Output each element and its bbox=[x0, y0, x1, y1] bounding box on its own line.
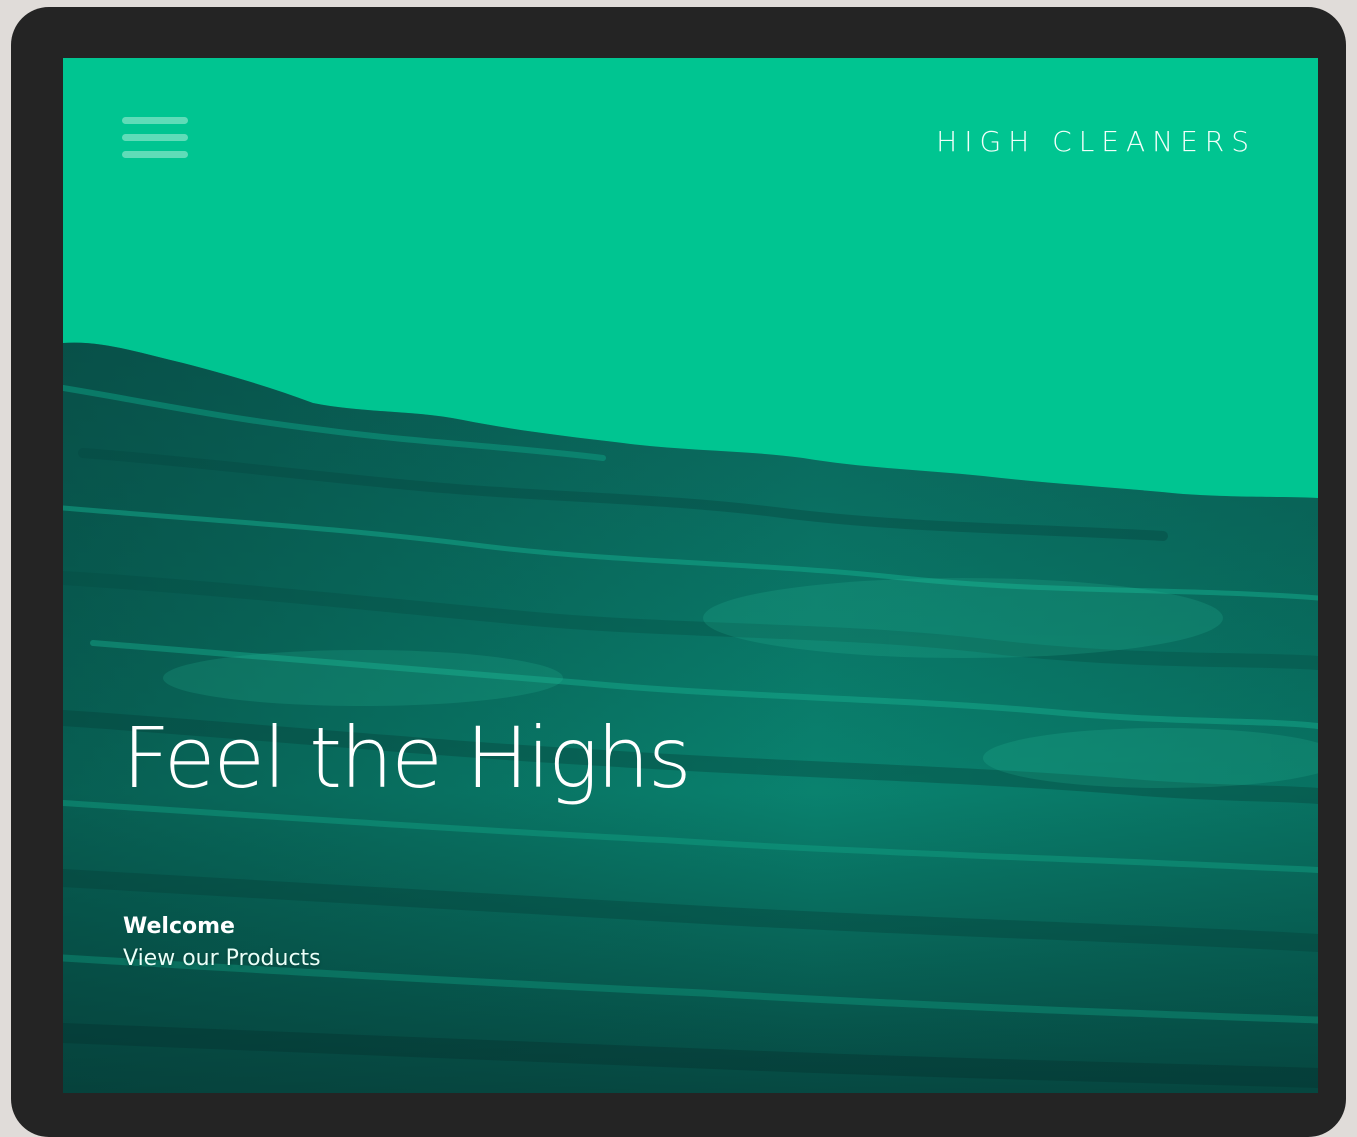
menu-bar-middle bbox=[122, 134, 188, 141]
welcome-text: Welcome bbox=[123, 914, 235, 939]
menu-bar-bottom bbox=[122, 151, 188, 158]
ocean-wave-image bbox=[63, 342, 1318, 1093]
hero-screen: HIGH CLEANERS Feel the Highs Welcome Vie… bbox=[63, 58, 1318, 1093]
menu-bar-top bbox=[122, 117, 188, 124]
hero-title: Feel the Highs bbox=[122, 709, 692, 807]
hamburger-menu-icon[interactable] bbox=[122, 116, 188, 160]
view-products-link[interactable]: View our Products bbox=[123, 946, 321, 971]
device-frame: HIGH CLEANERS Feel the Highs Welcome Vie… bbox=[11, 7, 1346, 1137]
brand-name[interactable]: HIGH CLEANERS bbox=[936, 125, 1256, 158]
